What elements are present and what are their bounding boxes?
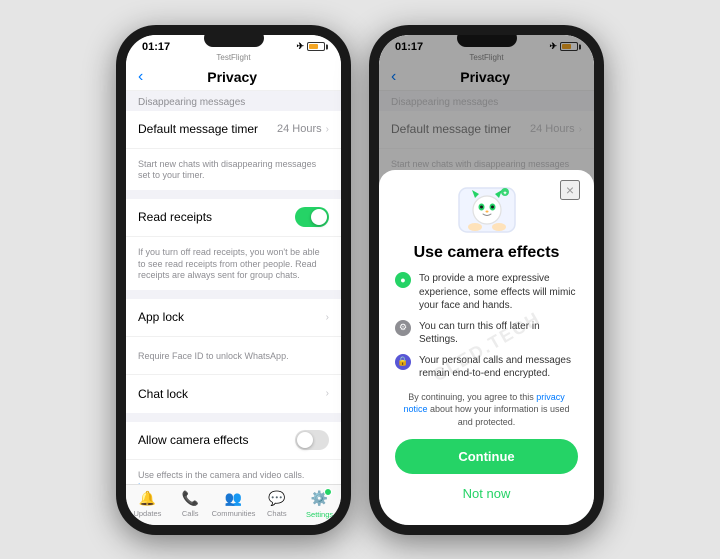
item-content-receipts: Read receipts xyxy=(138,210,295,224)
communities-label-left: Communities xyxy=(212,509,256,518)
list-item-timer[interactable]: Default message timer 24 Hours › xyxy=(126,111,341,149)
feature-text-2: Your personal calls and messages remain … xyxy=(419,354,578,381)
svg-text:✦: ✦ xyxy=(502,190,507,197)
item-content-chatlock: Chat lock xyxy=(138,387,326,401)
gap2 xyxy=(126,291,341,299)
content-left: Disappearing messages Default message ti… xyxy=(126,91,341,484)
screen-right: 01:17 ✈ TestFlight ‹ Privacy Disappearin… xyxy=(379,35,594,525)
list-item-receipts[interactable]: Read receipts xyxy=(126,199,341,237)
not-now-button[interactable]: Not now xyxy=(395,482,578,505)
camera-effects-illustration: ✦ xyxy=(455,182,519,236)
item-value-timer: 24 Hours xyxy=(277,123,322,135)
toggle-camera[interactable] xyxy=(295,430,329,450)
tab-updates-left[interactable]: 🔔 Updates xyxy=(126,490,169,519)
battery-fill-left xyxy=(309,44,318,49)
gap1 xyxy=(126,191,341,199)
item-title-receipts: Read receipts xyxy=(138,210,295,224)
section-disappearing-left: Disappearing messages xyxy=(126,91,341,111)
phone-right: 01:17 ✈ TestFlight ‹ Privacy Disappearin… xyxy=(369,25,604,535)
chats-label-left: Chats xyxy=(267,509,287,518)
list-item-timer-sub: Start new chats with disappearing messag… xyxy=(126,149,341,190)
item-subtitle-timer: Start new chats with disappearing messag… xyxy=(138,159,329,182)
flight-icon-left: ✈ xyxy=(296,41,304,52)
modal-feature-2: 🔒 Your personal calls and messages remai… xyxy=(395,354,578,381)
list-item-camera[interactable]: Allow camera effects xyxy=(126,422,341,460)
item-title-chatlock: Chat lock xyxy=(138,387,326,401)
feature-text-0: To provide a more expressive experience,… xyxy=(419,272,578,313)
status-icons-left: ✈ xyxy=(296,41,325,52)
list-card-timer: Default message timer 24 Hours › Start n… xyxy=(126,111,341,190)
nav-header-left: ‹ Privacy xyxy=(126,64,341,91)
calls-icon-left: 📞 xyxy=(182,490,199,507)
item-subtitle-applock: Require Face ID to unlock WhatsApp. xyxy=(138,351,289,363)
list-item-applock[interactable]: App lock › xyxy=(126,299,341,337)
screen-left: 01:17 ✈ TestFlight ‹ Privacy Disappearin… xyxy=(126,35,341,525)
item-subtitle-receipts: If you turn off read receipts, you won't… xyxy=(138,247,329,282)
modal-footer-text: By continuing, you agree to this privacy… xyxy=(395,391,578,429)
item-title-camera: Allow camera effects xyxy=(138,433,295,447)
modal-close-button[interactable]: × xyxy=(560,180,580,200)
item-title-applock: App lock xyxy=(138,310,326,324)
list-item-camera-sub: Use effects in the camera and video call… xyxy=(126,460,341,484)
toggle-receipts[interactable] xyxy=(295,207,329,227)
updates-icon-left: 🔔 xyxy=(139,490,156,507)
chats-icon-left: 💬 xyxy=(268,490,285,507)
list-item-receipts-sub: If you turn off read receipts, you won't… xyxy=(126,237,341,290)
feature-icon-settings: ⚙ xyxy=(395,320,411,336)
feature-icon-face: ● xyxy=(395,272,411,288)
list-item-chatlock[interactable]: Chat lock › xyxy=(126,375,341,413)
feature-icon-lock: 🔒 xyxy=(395,354,411,370)
tab-calls-left[interactable]: 📞 Calls xyxy=(169,490,212,519)
item-subtitle-camera: Use effects in the camera and video call… xyxy=(138,470,329,484)
list-card-camera: Allow camera effects Use effects in the … xyxy=(126,422,341,484)
chevron-applock: › xyxy=(326,312,329,323)
item-content-timer: Default message timer xyxy=(138,122,277,136)
modal-illustration: ✦ xyxy=(455,182,519,236)
settings-label-left: Settings xyxy=(306,510,333,519)
item-content-timer-sub: Start new chats with disappearing messag… xyxy=(138,157,329,182)
item-content-applock: App lock xyxy=(138,310,326,324)
dynamic-island-left xyxy=(204,29,264,47)
calls-label-left: Calls xyxy=(182,509,199,518)
communities-icon-left: 👥 xyxy=(225,490,242,507)
tab-chats-left[interactable]: 💬 Chats xyxy=(255,490,298,519)
back-button-left[interactable]: ‹ xyxy=(138,68,143,86)
toggle-knob-camera xyxy=(297,432,313,448)
list-item-applock-sub: Require Face ID to unlock WhatsApp. xyxy=(126,337,341,375)
modal-feature-1: ⚙ You can turn this off later in Setting… xyxy=(395,320,578,347)
continue-button[interactable]: Continue xyxy=(395,439,578,474)
modal-sheet: CLED.TECH × xyxy=(379,170,594,524)
gap3 xyxy=(126,414,341,422)
updates-label-left: Updates xyxy=(133,509,161,518)
testflight-left: TestFlight xyxy=(126,53,341,64)
tab-communities-left[interactable]: 👥 Communities xyxy=(212,490,256,519)
list-card-receipts: Read receipts If you turn off read recei… xyxy=(126,199,341,290)
chevron-chatlock: › xyxy=(326,388,329,399)
badge-dot-left xyxy=(324,488,332,496)
chevron-timer: › xyxy=(326,124,329,135)
modal-feature-0: ● To provide a more expressive experienc… xyxy=(395,272,578,313)
battery-left xyxy=(307,42,325,51)
tab-bar-left: 🔔 Updates 📞 Calls 👥 Communities 💬 Chats … xyxy=(126,484,341,525)
modal-features-list: ● To provide a more expressive experienc… xyxy=(395,272,578,381)
nav-title-left: Privacy xyxy=(151,69,313,85)
tab-settings-left[interactable]: ⚙️ Settings xyxy=(298,490,341,519)
phone-left: 01:17 ✈ TestFlight ‹ Privacy Disappearin… xyxy=(116,25,351,535)
time-left: 01:17 xyxy=(142,41,170,53)
modal-overlay: CLED.TECH × xyxy=(379,35,594,525)
item-title-timer: Default message timer xyxy=(138,122,277,136)
toggle-knob-receipts xyxy=(311,209,327,225)
item-content-camera: Allow camera effects xyxy=(138,433,295,447)
list-card-applock: App lock › Require Face ID to unlock Wha… xyxy=(126,299,341,413)
settings-badge-left: ⚙️ xyxy=(311,490,328,508)
modal-title: Use camera effects xyxy=(395,244,578,262)
feature-text-1: You can turn this off later in Settings. xyxy=(419,320,578,347)
